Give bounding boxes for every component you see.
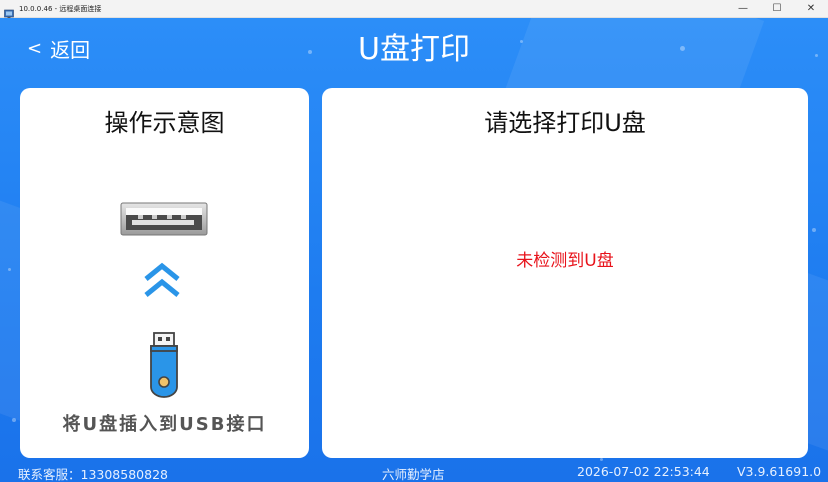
window-controls: — ☐ ✕ — [726, 0, 828, 17]
app-icon — [4, 4, 14, 18]
app-area: < 返回 U盘打印 操作示意图 将U盘插入到USB接口 请选择打印U盘 未检测到… — [0, 18, 828, 482]
instruction-panel: 操作示意图 将U盘插入到USB接口 — [20, 88, 309, 458]
version-label: V3.9.61691.0 — [737, 464, 822, 479]
double-chevron-up-icon — [141, 261, 183, 305]
remote-desktop-window: 10.0.0.46 - 远程桌面连接 — ☐ ✕ < 返回 U盘打印 操作示意图 — [0, 0, 828, 482]
shop-name: 六师勤学店 — [382, 467, 445, 482]
background-dot — [12, 418, 16, 422]
datetime-display: 2026-07-02 22:53:44 — [577, 464, 710, 479]
close-button[interactable]: ✕ — [794, 0, 828, 17]
page-title: U盘打印 — [358, 32, 470, 67]
instruction-caption: 将U盘插入到USB接口 — [62, 414, 267, 435]
instruction-panel-title: 操作示意图 — [104, 109, 225, 137]
background-dot — [600, 458, 603, 461]
minimize-button[interactable]: — — [726, 0, 760, 17]
customer-service-info: 联系客服：13308580828 — [18, 467, 168, 482]
usb-port-icon — [120, 202, 208, 240]
background-dot — [812, 228, 816, 232]
maximize-button[interactable]: ☐ — [760, 0, 794, 17]
background-dot — [8, 268, 11, 271]
window-titlebar: 10.0.0.46 - 远程桌面连接 — ☐ ✕ — [0, 0, 828, 18]
usb-selection-title: 请选择打印U盘 — [484, 109, 646, 137]
footer: 联系客服：13308580828 六师勤学店 2026-07-02 22:53:… — [0, 464, 828, 482]
window-title: 10.0.0.46 - 远程桌面连接 — [19, 4, 102, 13]
usb-selection-panel: 请选择打印U盘 未检测到U盘 — [322, 88, 808, 458]
usb-status-message: 未检测到U盘 — [516, 251, 614, 271]
usb-stick-icon — [146, 332, 182, 402]
